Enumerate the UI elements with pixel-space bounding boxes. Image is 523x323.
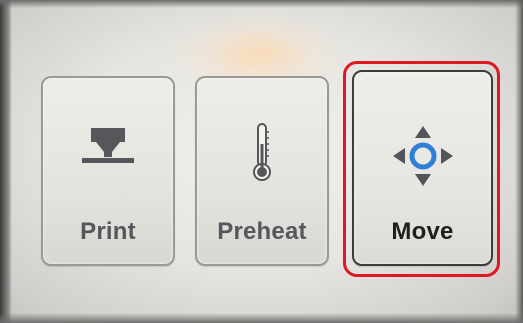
print-head-icon — [82, 128, 134, 163]
preheat-label: Preheat — [217, 218, 307, 245]
print-button[interactable]: Print — [41, 76, 175, 266]
screen-bezel-bottom — [0, 313, 523, 323]
touchscreen: Print Preheat Move — [0, 0, 523, 323]
move-arrows-icon — [392, 126, 453, 186]
move-button[interactable]: Move — [352, 70, 493, 266]
move-label: Move — [391, 218, 454, 245]
thermometer-icon — [253, 123, 271, 181]
screen-bezel-right — [515, 0, 523, 323]
preheat-button[interactable]: Preheat — [195, 76, 329, 266]
screen-bezel-left — [0, 0, 12, 323]
print-label: Print — [80, 218, 136, 245]
screen-bezel-top — [0, 0, 523, 8]
